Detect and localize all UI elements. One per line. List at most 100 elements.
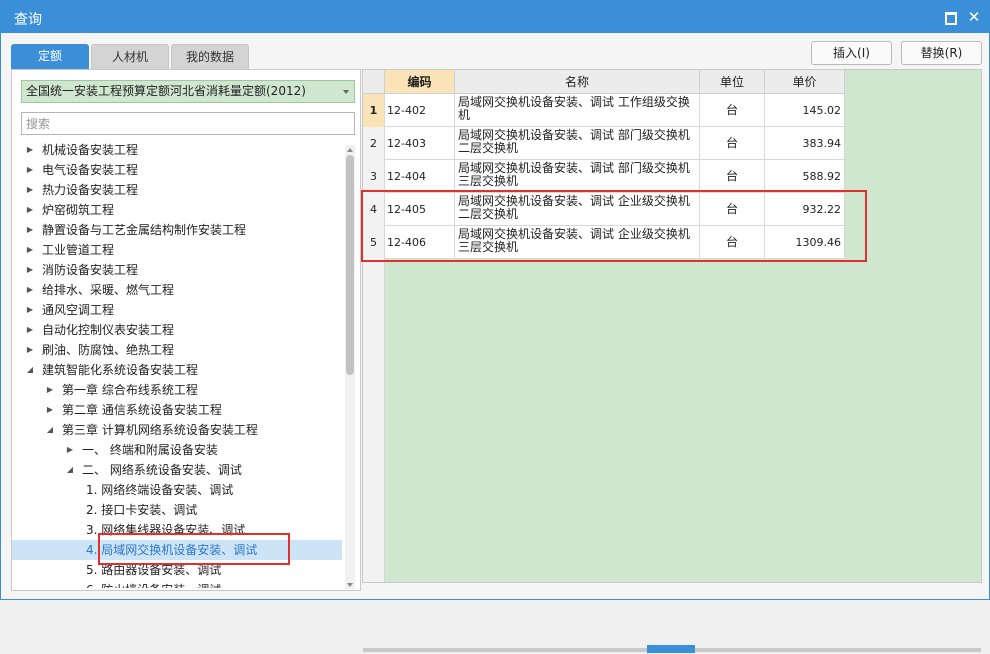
tree-item[interactable]: ▶ 静置设备与工艺金属结构制作安装工程 xyxy=(12,220,342,240)
collapsed-arrow-icon[interactable]: ▶ xyxy=(25,180,35,200)
collapsed-arrow-icon[interactable]: ▶ xyxy=(25,200,35,220)
unit-cell[interactable]: 台 xyxy=(700,127,765,160)
tree-item[interactable]: ◢ 第三章 计算机网络系统设备安装工程 xyxy=(12,420,342,440)
quota-tree-panel: 全国统一安装工程预算定额河北省消耗量定额(2012) ▶ 机械设备安装工程 ▶ 电气设… xyxy=(11,69,361,591)
column-header-name[interactable]: 名称 xyxy=(455,70,700,94)
quota-library-select[interactable]: 全国统一安装工程预算定额河北省消耗量定额(2012) xyxy=(21,80,355,103)
tree-item-label: 二、 网络系统设备安装、调试 xyxy=(82,463,242,477)
collapsed-arrow-icon[interactable]: ▶ xyxy=(45,380,55,400)
collapsed-arrow-icon[interactable]: ▶ xyxy=(25,140,35,160)
table-row[interactable]: 2 12-403 局域网交换机设备安装、调试 部门级交换机二层交换机台 383.94 xyxy=(363,127,845,160)
quota-library-value: 全国统一安装工程预算定额河北省消耗量定额(2012) xyxy=(26,84,306,98)
tab-labor-material-machine[interactable]: 人材机 xyxy=(91,44,169,69)
unit-cell[interactable]: 台 xyxy=(700,160,765,193)
collapsed-arrow-icon[interactable]: ▶ xyxy=(25,300,35,320)
chevron-down-icon[interactable] xyxy=(343,90,349,94)
tree-scrollbar[interactable] xyxy=(345,145,355,590)
code-cell[interactable]: 12-403 xyxy=(385,127,455,160)
maximize-icon[interactable] xyxy=(942,9,958,25)
tree-item-label: 炉窑砌筑工程 xyxy=(42,203,115,217)
code-cell[interactable]: 12-404 xyxy=(385,160,455,193)
tree-item[interactable]: ▶ 通风空调工程 xyxy=(12,300,342,320)
collapsed-arrow-icon[interactable]: ▶ xyxy=(65,440,75,460)
tree-item[interactable]: ▶ 热力设备安装工程 xyxy=(12,180,342,200)
column-header-unit[interactable]: 单位 xyxy=(700,70,765,94)
tree-item[interactable]: ▶ 第一章 综合布线系统工程 xyxy=(12,380,342,400)
tree-item[interactable]: 1. 网络终端设备安装、调试 xyxy=(12,480,342,500)
tree-item[interactable]: ▶ 刷油、防腐蚀、绝热工程 xyxy=(12,340,342,360)
code-cell[interactable]: 12-402 xyxy=(385,94,455,127)
collapsed-arrow-icon[interactable]: ▶ xyxy=(25,320,35,340)
query-dialog: 查询 ✕ 定额 人材机 我的数据 插入(I) 替换(R) 全国统一安装工程预算定… xyxy=(0,0,990,653)
search-input[interactable] xyxy=(21,112,355,135)
collapsed-arrow-icon[interactable]: ▶ xyxy=(45,400,55,420)
scroll-down-icon[interactable] xyxy=(347,583,353,587)
collapsed-arrow-icon[interactable]: ▶ xyxy=(25,220,35,240)
tree-item[interactable]: ▶ 一、 终端和附属设备安装 xyxy=(12,440,342,460)
tree-item[interactable]: ◢ 二、 网络系统设备安装、调试 xyxy=(12,460,342,480)
tree-item-label: 工业管道工程 xyxy=(42,243,115,257)
quota-tree: ▶ 机械设备安装工程 ▶ 电气设备安装工程 ▶ 热力设备安装工程 ▶ 炉窑砌筑工程 ▶ 静置设备与… xyxy=(12,140,342,588)
tree-item[interactable]: ▶ 给排水、采暖、燃气工程 xyxy=(12,280,342,300)
tree-item-label: 第三章 计算机网络系统设备安装工程 xyxy=(62,423,258,437)
table-row[interactable]: 3 12-404 局域网交换机设备安装、调试 部门级交换机三层交换机台 588.92 xyxy=(363,160,845,193)
price-cell[interactable]: 588.92 xyxy=(765,160,845,193)
tree-item[interactable]: ▶ 炉窑砌筑工程 xyxy=(12,200,342,220)
expanded-arrow-icon[interactable]: ◢ xyxy=(65,460,75,480)
expanded-arrow-icon[interactable]: ◢ xyxy=(45,420,55,440)
price-cell[interactable]: 383.94 xyxy=(765,127,845,160)
tree-item[interactable]: ▶ 机械设备安装工程 xyxy=(12,140,342,160)
window-title: 查询 xyxy=(14,12,42,28)
tree-item-label: 机械设备安装工程 xyxy=(42,143,139,157)
insert-button[interactable]: 插入(I) xyxy=(811,41,892,65)
tree-item-label: 2. 接口卡安装、调试 xyxy=(86,503,198,517)
tree-item-label: 建筑智能化系统设备安装工程 xyxy=(42,363,199,377)
tree-item-label: 刷油、防腐蚀、绝热工程 xyxy=(42,343,175,357)
collapsed-arrow-icon[interactable]: ▶ xyxy=(25,160,35,180)
tree-item-label: 一、 终端和附属设备安装 xyxy=(82,443,218,457)
collapsed-arrow-icon[interactable]: ▶ xyxy=(25,340,35,360)
row-number[interactable]: 3 xyxy=(363,160,385,193)
tree-item[interactable]: ▶ 消防设备安装工程 xyxy=(12,260,342,280)
tree-item-label: 第二章 通信系统设备安装工程 xyxy=(62,403,222,417)
scroll-handle[interactable] xyxy=(647,645,695,653)
collapsed-arrow-icon[interactable]: ▶ xyxy=(25,280,35,300)
tree-item-label: 自动化控制仪表安装工程 xyxy=(42,323,175,337)
tab-quota[interactable]: 定额 xyxy=(11,44,89,69)
tree-item[interactable]: ▶ 第二章 通信系统设备安装工程 xyxy=(12,400,342,420)
row-number[interactable]: 2 xyxy=(363,127,385,160)
collapsed-arrow-icon[interactable]: ▶ xyxy=(25,240,35,260)
tree-item[interactable]: 6. 防火墙设备安装、调试 xyxy=(12,580,342,588)
tree-item-label: 6. 防火墙设备安装、调试 xyxy=(86,580,221,588)
grid-horizontal-scrollbar[interactable] xyxy=(363,645,981,654)
row-number[interactable]: 1 xyxy=(363,94,385,127)
tab-my-data[interactable]: 我的数据 xyxy=(171,44,249,69)
replace-button[interactable]: 替换(R) xyxy=(901,41,982,65)
tree-item[interactable]: ▶ 工业管道工程 xyxy=(12,240,342,260)
tree-item-label: 热力设备安装工程 xyxy=(42,183,139,197)
expanded-arrow-icon[interactable]: ◢ xyxy=(25,360,35,380)
price-cell[interactable]: 145.02 xyxy=(765,94,845,127)
tree-item-label: 消防设备安装工程 xyxy=(42,263,139,277)
scroll-up-icon[interactable] xyxy=(347,148,353,152)
column-header-price[interactable]: 单价 xyxy=(765,70,845,94)
name-cell[interactable]: 局域网交换机设备安装、调试 部门级交换机三层交换机 xyxy=(455,160,700,193)
tree-item-label: 静置设备与工艺金属结构制作安装工程 xyxy=(42,223,247,237)
quota-grid-panel: 编码 名称 单位 单价 1 12-402 局域网交换机设备安装、调试 工作组级交换机… xyxy=(362,69,982,653)
close-icon[interactable]: ✕ xyxy=(966,9,982,25)
tree-item-label: 通风空调工程 xyxy=(42,303,115,317)
collapsed-arrow-icon[interactable]: ▶ xyxy=(25,260,35,280)
name-cell[interactable]: 局域网交换机设备安装、调试 部门级交换机二层交换机 xyxy=(455,127,700,160)
unit-cell[interactable]: 台 xyxy=(700,94,765,127)
tree-item[interactable]: ▶ 电气设备安装工程 xyxy=(12,160,342,180)
table-row[interactable]: 1 12-402 局域网交换机设备安装、调试 工作组级交换机台 145.02 xyxy=(363,94,845,127)
tree-item[interactable]: 2. 接口卡安装、调试 xyxy=(12,500,342,520)
name-cell[interactable]: 局域网交换机设备安装、调试 工作组级交换机 xyxy=(455,94,700,127)
grid-selection-highlight xyxy=(361,190,867,262)
column-header-code[interactable]: 编码 xyxy=(385,70,455,94)
tree-item[interactable]: ◢ 建筑智能化系统设备安装工程 xyxy=(12,360,342,380)
tree-item-label: 电气设备安装工程 xyxy=(42,163,139,177)
scrollbar-thumb[interactable] xyxy=(346,155,354,375)
tree-item[interactable]: ▶ 自动化控制仪表安装工程 xyxy=(12,320,342,340)
title-bar[interactable]: 查询 ✕ xyxy=(1,1,989,33)
